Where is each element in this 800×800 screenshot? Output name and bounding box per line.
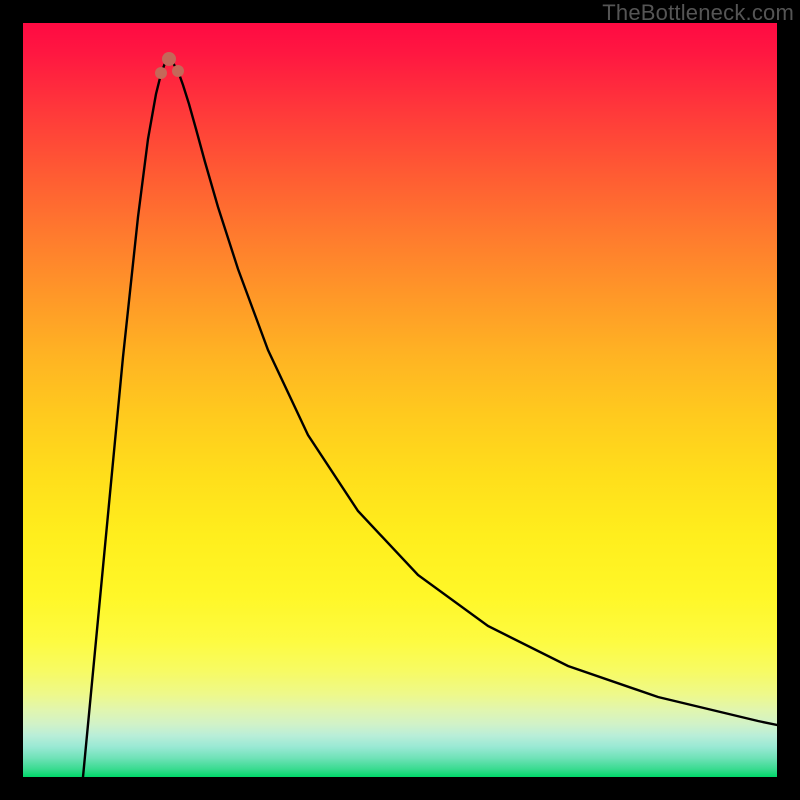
notch-bottom — [162, 52, 176, 66]
plot-area — [23, 23, 777, 777]
notch-left — [155, 67, 167, 79]
valley-markers — [155, 52, 184, 79]
bottleneck-curve — [83, 61, 777, 777]
chart-frame: TheBottleneck.com — [0, 0, 800, 800]
watermark-text: TheBottleneck.com — [602, 0, 794, 26]
notch-right — [172, 65, 184, 77]
curve-layer — [23, 23, 777, 777]
